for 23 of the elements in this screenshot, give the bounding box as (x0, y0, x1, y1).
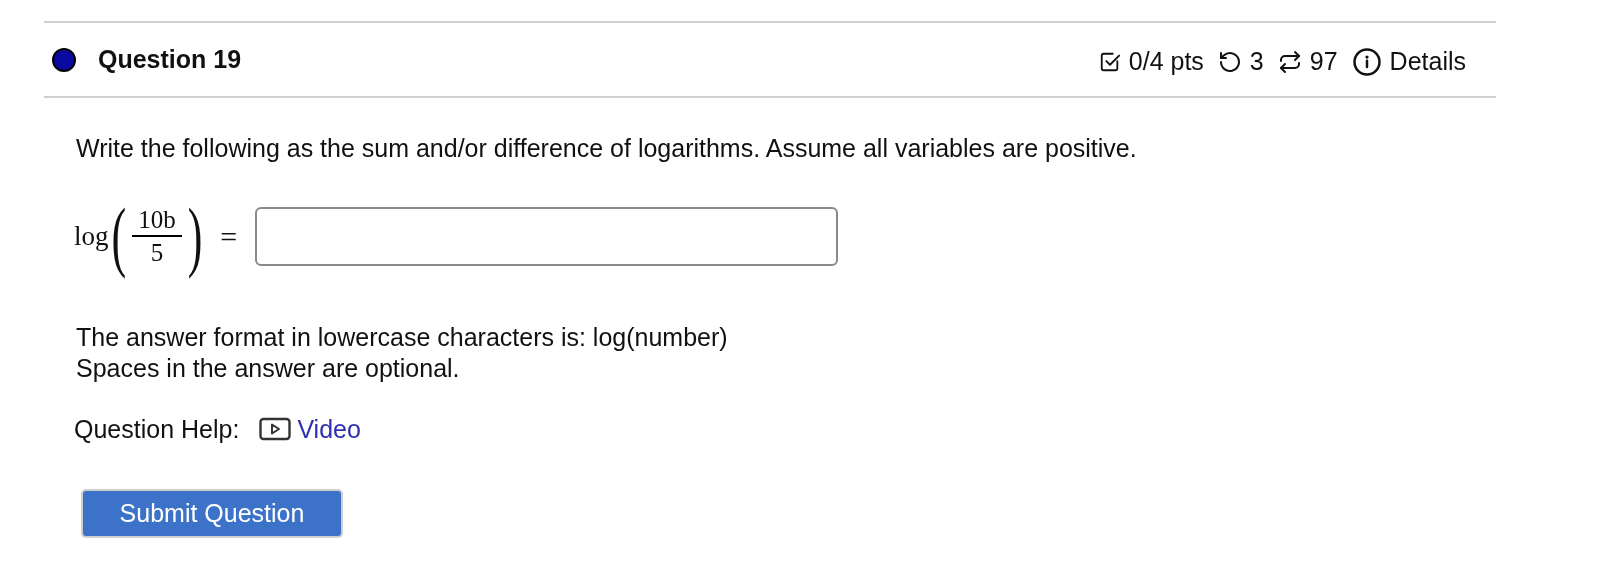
math-numerator: 10b (132, 204, 182, 237)
video-icon (259, 417, 292, 442)
details-link[interactable]: Details (1389, 42, 1466, 81)
help-label: Question Help: (74, 413, 240, 445)
answer-field[interactable] (255, 207, 839, 266)
math-denominator: 5 (150, 237, 164, 268)
submit-button[interactable]: Submit Question (81, 489, 343, 538)
checkbox-icon (1098, 50, 1121, 73)
math-equals: = (220, 219, 238, 255)
video-link[interactable]: Video (297, 410, 361, 448)
math-function: log (74, 220, 109, 254)
undo-icon (1217, 49, 1242, 74)
math-parenthesis: ( (111, 190, 127, 282)
meta-text: 0/4 pts (1128, 45, 1204, 77)
math-parenthesis: ) (187, 190, 203, 282)
meta-text: 97 (1309, 45, 1338, 77)
answer-note: Spaces in the answer are optional. (76, 352, 461, 384)
answer-note: The answer format in lowercase characters is: log(number) (76, 321, 729, 353)
meta-text: 3 (1249, 45, 1264, 77)
repeat-icon (1277, 49, 1302, 74)
question-prompt: Write the following as the sum and/or difference of logarithms. Assume all variables are positive. (76, 133, 1138, 164)
question-title: Question 19 (98, 43, 242, 75)
info-icon (1351, 46, 1382, 77)
